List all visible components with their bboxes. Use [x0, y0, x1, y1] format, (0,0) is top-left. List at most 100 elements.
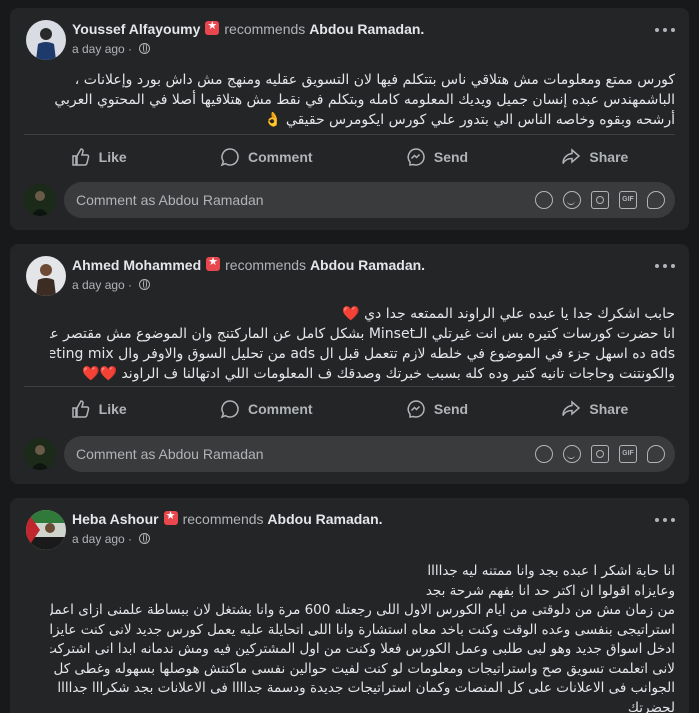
- emoji-icon[interactable]: [563, 445, 581, 463]
- like-label: Like: [98, 148, 127, 165]
- share-button[interactable]: Share: [549, 393, 640, 425]
- messenger-icon: [407, 399, 425, 418]
- post-line: انا حابة اشكر ا عبده بجد وانا ممتنه ليه …: [427, 563, 675, 579]
- post-header: Youssef Alfayoumy recommends Abdou Ramada…: [10, 8, 689, 68]
- post-line: كورس ممتع ومعلومات مش هتلاقي ناس بتتكلم …: [74, 72, 675, 88]
- post-line: لحضرتك: [627, 699, 675, 713]
- recommendation-post: Youssef Alfayoumy recommends Abdou Ramada…: [10, 8, 689, 230]
- post-time[interactable]: a day ago ·: [72, 532, 135, 546]
- send-label: Send: [433, 148, 469, 165]
- share-label: Share: [589, 148, 629, 165]
- send-label: Send: [433, 400, 469, 417]
- recommends-verb: recommends: [182, 511, 264, 527]
- like-button[interactable]: Like: [59, 393, 139, 425]
- comment-tools: GIF: [535, 191, 675, 209]
- post-line: أرشحه وبقوه وخاصه الناس الي بتدور علي كو…: [264, 112, 675, 128]
- post-title-line: Heba Ashour recommends Abdou Ramadan.: [72, 509, 383, 527]
- like-label: Like: [98, 400, 127, 417]
- comment-icon: [220, 147, 239, 166]
- avatar-sticker-icon[interactable]: [535, 445, 553, 463]
- recommendation-post: Ahmed Mohammedrecommends Abdou Ramadan. …: [10, 244, 689, 484]
- post-line: حابب اشكرك جدا يا عبده علي الراوند الممت…: [342, 306, 675, 322]
- comment-icon: [220, 399, 239, 418]
- globe-icon: [139, 279, 151, 290]
- send-button[interactable]: Send: [394, 393, 480, 425]
- recommend-badge-icon: [206, 255, 221, 271]
- like-button[interactable]: Like: [59, 141, 139, 173]
- author-name[interactable]: Youssef Alfayoumy: [72, 21, 200, 37]
- share-icon: [562, 147, 581, 164]
- more-options-icon[interactable]: [655, 516, 675, 524]
- comment-button[interactable]: Comment: [208, 393, 325, 425]
- more-options-icon[interactable]: [655, 262, 675, 270]
- comment-input[interactable]: Comment as Abdou Ramadan GIF: [64, 436, 675, 472]
- post-line: لانى اتعلمت تسويق صح واستراتيجات ومعلوما…: [53, 660, 675, 677]
- action-bar: Like Comment Send Share: [24, 134, 675, 178]
- comment-button[interactable]: Comment: [208, 141, 325, 173]
- post-meta: a day ago ·: [72, 278, 151, 292]
- sticker-icon[interactable]: [647, 191, 665, 209]
- post-line: والكونتنت وحاجات تانيه كتير وده كله بسبب…: [82, 366, 675, 382]
- recommendation-post: Heba Ashour recommends Abdou Ramadan. a d…: [10, 498, 689, 713]
- recommend-badge-icon: [205, 19, 220, 35]
- post-line: وعايزاه اقولوا ان اكتر حد انا بفهم شرحة …: [425, 582, 675, 599]
- author-avatar[interactable]: [26, 510, 66, 550]
- post-body: حابب اشكرك جدا يا عبده علي الراوند الممت…: [10, 304, 689, 384]
- share-button[interactable]: Share: [549, 141, 640, 173]
- messenger-icon: [407, 147, 425, 166]
- post-meta: a day ago ·: [72, 42, 151, 56]
- post-meta: a day ago ·: [72, 532, 151, 546]
- viewer-avatar: [24, 438, 56, 470]
- comment-placeholder: Comment as Abdou Ramadan: [76, 192, 264, 208]
- recommended-page-link[interactable]: Abdou Ramadan.: [309, 21, 424, 37]
- post-title-line: Youssef Alfayoumy recommends Abdou Ramada…: [72, 19, 424, 37]
- comment-input[interactable]: Comment as Abdou Ramadan GIF: [64, 182, 675, 218]
- post-line: ads ده اسهل جزء في الموضوع في خلطه لازم …: [50, 346, 675, 362]
- post-body: كورس ممتع ومعلومات مش هتلاقي ناس بتتكلم …: [10, 70, 689, 130]
- author-avatar[interactable]: [26, 256, 66, 296]
- post-line: انا حضرت كورسات كتيره بس انت غيرتلي الـM…: [50, 326, 675, 342]
- recommended-page-link[interactable]: Abdou Ramadan.: [267, 511, 382, 527]
- comment-composer: Comment as Abdou Ramadan GIF: [24, 436, 675, 476]
- more-options-icon[interactable]: [655, 26, 675, 34]
- post-body: انا حابة اشكر ا عبده بجد وانا ممتنه ليه …: [10, 562, 689, 713]
- emoji-icon[interactable]: [563, 191, 581, 209]
- recommends-verb: recommends: [225, 257, 307, 273]
- recommend-badge-icon: [163, 509, 178, 525]
- author-avatar[interactable]: [26, 20, 66, 60]
- post-header: Ahmed Mohammedrecommends Abdou Ramadan. …: [10, 244, 689, 304]
- post-line: من زمان مش من دلوقتى من ايام الكورس الاو…: [50, 602, 675, 618]
- share-icon: [562, 399, 581, 416]
- gif-icon[interactable]: GIF: [619, 445, 637, 463]
- action-bar: Like Comment Send Share: [24, 386, 675, 430]
- viewer-avatar: [24, 184, 56, 216]
- send-button[interactable]: Send: [394, 141, 480, 173]
- globe-icon: [139, 43, 151, 54]
- gif-icon[interactable]: GIF: [619, 191, 637, 209]
- post-line: الجوانب فى الاعلانات على كل المنصات وكما…: [57, 680, 675, 696]
- comment-label: Comment: [247, 148, 313, 165]
- post-header: Heba Ashour recommends Abdou Ramadan. a d…: [10, 498, 689, 558]
- like-icon: [71, 147, 89, 166]
- post-title-line: Ahmed Mohammed recommends Abdou Ramadan.: [72, 255, 425, 273]
- camera-icon[interactable]: [591, 445, 609, 463]
- post-line: استراتيجى بنفسى وعده الوقت وكنت باخد معا…: [50, 621, 675, 638]
- author-name[interactable]: Heba Ashour: [72, 511, 159, 527]
- comment-tools: GIF: [535, 445, 675, 463]
- recommended-page-link[interactable]: Abdou Ramadan.: [310, 257, 425, 273]
- sticker-icon[interactable]: [647, 445, 665, 463]
- comment-label: Comment: [247, 400, 313, 417]
- post-time[interactable]: a day ago ·: [72, 42, 135, 56]
- recommends-verb: recommends: [224, 21, 306, 37]
- post-line: الباشمهندس عبده إنسان جميل ويديك المعلوم…: [54, 92, 675, 108]
- like-icon: [71, 399, 89, 418]
- comment-placeholder: Comment as Abdou Ramadan: [76, 446, 264, 462]
- author-name[interactable]: Ahmed Mohammed: [72, 257, 201, 273]
- comment-composer: Comment as Abdou Ramadan GIF: [24, 182, 675, 222]
- share-label: Share: [589, 400, 629, 417]
- post-line: ادخل اسواق جديد وهو لبى طلبى وعمل الكورس…: [50, 641, 675, 657]
- globe-icon: [139, 533, 151, 544]
- avatar-sticker-icon[interactable]: [535, 191, 553, 209]
- camera-icon[interactable]: [591, 191, 609, 209]
- post-time[interactable]: a day ago ·: [72, 278, 135, 292]
